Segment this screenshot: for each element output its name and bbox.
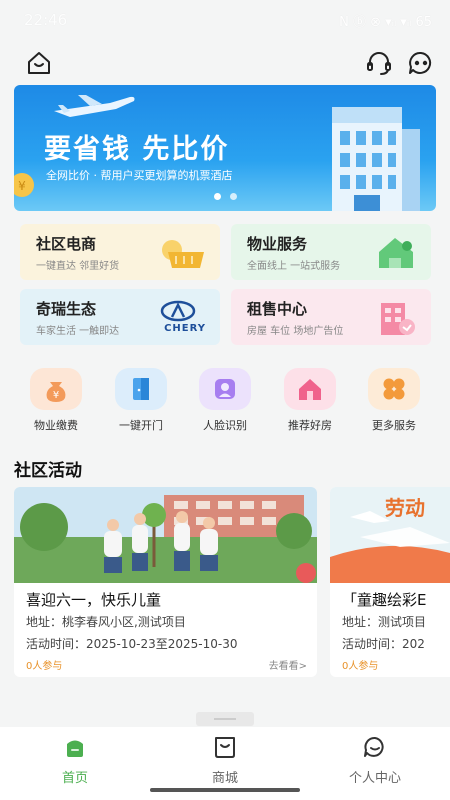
activity-card[interactable]: 喜迎六一，快乐儿童 地址：桃李春风小区,测试项目 活动时间：2025-10-23…	[14, 487, 317, 677]
card-rental-center[interactable]: 租售中心 房屋 车位 场地广告位	[231, 289, 431, 345]
home-indicator	[150, 788, 300, 792]
tab-label: 商城	[211, 771, 238, 786]
banner-dot-active[interactable]	[214, 193, 221, 200]
house-icon	[284, 368, 336, 410]
activity-participants: 0人参与	[342, 661, 379, 672]
house-wrench-icon	[379, 238, 413, 268]
quick-action-label: 推荐好房	[288, 419, 332, 432]
activity-address: 地址：测试项目	[342, 615, 427, 629]
card-subtitle: 车家生活 一触即达	[36, 326, 120, 337]
airplane-icon	[54, 95, 135, 117]
card-subtitle: 一键直达 邻里好货	[36, 261, 120, 272]
quick-recommended-homes[interactable]: 推荐好房	[275, 368, 345, 438]
coin-icon: ¥	[14, 173, 34, 197]
profile-icon	[364, 737, 384, 757]
card-subtitle: 全面线上 一站式服务	[247, 261, 341, 272]
activity-participants: 0人参与	[26, 661, 63, 672]
promo-banner[interactable]: ¥ 要省钱 先比价 全网比价 · 帮用户买更划算的机票酒店	[14, 85, 436, 211]
svg-text:¥: ¥	[18, 179, 26, 193]
top-bar	[0, 44, 450, 84]
quick-action-label: 更多服务	[372, 419, 416, 432]
quick-face-recognition[interactable]: 人脸识别	[190, 368, 260, 438]
card-title: 社区电商	[36, 235, 97, 253]
shopping-bag-icon	[215, 737, 235, 758]
hotel-building-illustration	[332, 107, 420, 211]
card-title: 奇瑞生态	[36, 300, 97, 318]
activity-time: 活动时间：2025-10-23至2025-10-30	[26, 637, 238, 651]
status-time: 22:46	[24, 11, 68, 29]
yen-bag-icon: ¥	[30, 368, 82, 410]
activity-time: 活动时间：202	[342, 637, 425, 651]
card-property-service[interactable]: 物业服务 全面线上 一站式服务	[231, 224, 431, 280]
section-title-community-activities: 社区活动	[14, 461, 82, 481]
tab-profile[interactable]: 个人中心	[320, 735, 430, 786]
banner-title: 要省钱 先比价	[44, 134, 230, 165]
clover-icon	[368, 368, 420, 410]
activity-address: 地址：桃李春风小区,测试项目	[26, 615, 186, 629]
door-icon	[115, 368, 167, 410]
activity-view-more-link[interactable]: 去看看>	[269, 657, 307, 672]
quick-action-label: 物业缴费	[34, 419, 78, 432]
headset-icon[interactable]	[364, 48, 394, 78]
svg-text:¥: ¥	[53, 390, 59, 401]
card-title: 物业服务	[247, 235, 308, 253]
tab-home[interactable]: 首页	[20, 735, 130, 786]
tab-label: 首页	[61, 771, 88, 786]
status-bar: 22:46 N ⓑ ⊗ ▾ᵢₗ ▾ᵢₗ 65	[0, 0, 450, 40]
message-icon[interactable]	[406, 48, 436, 78]
activity-title: 「童趣绘彩E	[342, 591, 427, 609]
tab-mall[interactable]: 商城	[170, 735, 280, 786]
activity-title: 喜迎六一，快乐儿童	[26, 591, 162, 609]
quick-one-key-open[interactable]: 一键开门	[106, 368, 176, 438]
chery-logo-text: CHERY	[164, 323, 206, 334]
activity-card[interactable]: 劳动 「童趣绘彩E 地址：测试项目 活动时间：202 0人参与	[330, 487, 450, 677]
face-scan-icon	[199, 368, 251, 410]
activity-image	[14, 487, 317, 583]
quick-action-label: 一键开门	[119, 419, 163, 432]
tab-label: 个人中心	[348, 771, 401, 786]
card-chery-ecosystem[interactable]: 奇瑞生态 车家生活 一触即达 CHERY	[20, 289, 220, 345]
building-icon	[381, 303, 415, 335]
activity-image: 劳动	[330, 487, 450, 583]
card-community-ecommerce[interactable]: 社区电商 一键直达 邻里好货	[20, 224, 220, 280]
pull-handle[interactable]	[196, 712, 254, 726]
banner-dot[interactable]	[230, 193, 237, 200]
activity-list[interactable]: 喜迎六一，快乐儿童 地址：桃李春风小区,测试项目 活动时间：2025-10-23…	[14, 487, 450, 679]
card-subtitle: 房屋 车位 场地广告位	[247, 326, 344, 337]
status-icons: N ⓑ ⊗ ▾ᵢₗ ▾ᵢₗ 65	[339, 15, 432, 30]
shopping-basket-icon	[162, 240, 204, 268]
svg-text:劳动: 劳动	[385, 496, 425, 520]
quick-property-payment[interactable]: ¥ 物业缴费	[21, 368, 91, 438]
banner-subtitle: 全网比价 · 帮用户买更划算的机票酒店	[46, 169, 233, 182]
home-icon	[67, 740, 83, 757]
card-title: 租售中心	[247, 300, 308, 318]
quick-more-services[interactable]: 更多服务	[359, 368, 429, 438]
community-home-icon[interactable]	[24, 48, 54, 78]
quick-action-label: 人脸识别	[203, 419, 247, 432]
